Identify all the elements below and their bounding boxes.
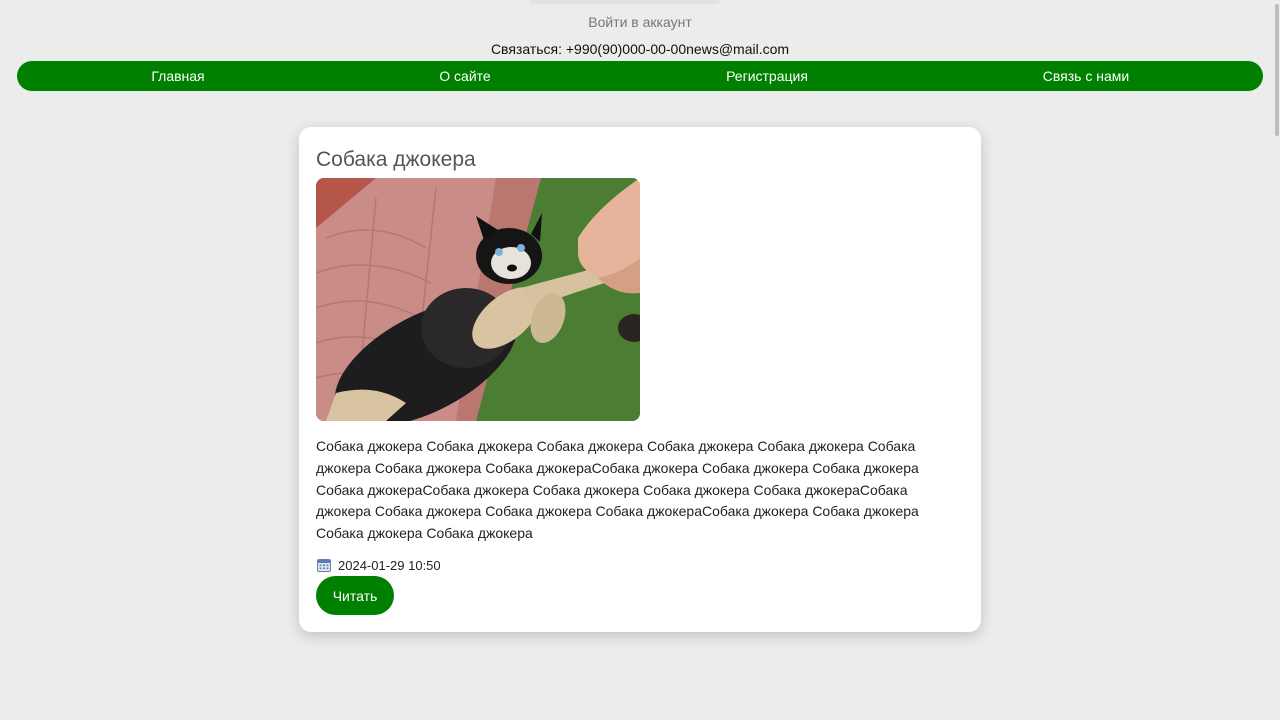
nav-item-about[interactable]: О сайте xyxy=(439,61,490,91)
nav-item-contact[interactable]: Связь с нами xyxy=(1043,61,1129,91)
nav-item-home[interactable]: Главная xyxy=(151,61,204,91)
dog-photo-icon xyxy=(316,178,640,421)
calendar-icon xyxy=(317,558,331,572)
post-date-row: 2024-01-29 10:50 xyxy=(317,556,441,574)
scrollbar[interactable] xyxy=(1274,0,1280,720)
main-nav: Главная О сайте Регистрация Связь с нами xyxy=(17,61,1263,91)
post-title: Собака джокера xyxy=(316,148,476,171)
post-date: 2024-01-29 10:50 xyxy=(338,557,441,573)
post-text: Собака джокера Собака джокера Собака джо… xyxy=(316,438,919,542)
post-image xyxy=(316,178,640,421)
read-button[interactable]: Читать xyxy=(316,576,394,615)
page: Войти в аккаунт Связаться: +990(90)000-0… xyxy=(0,0,1280,720)
top-tab xyxy=(530,0,720,4)
post-card: Собака джокера Собака джокера Собака джо… xyxy=(299,127,981,632)
login-link[interactable]: Войти в аккаунт xyxy=(0,14,1280,30)
scrollbar-thumb[interactable] xyxy=(1275,4,1279,136)
nav-item-registration[interactable]: Регистрация xyxy=(726,61,808,91)
contact-info: Связаться: +990(90)000-00-00news@mail.co… xyxy=(490,41,790,57)
